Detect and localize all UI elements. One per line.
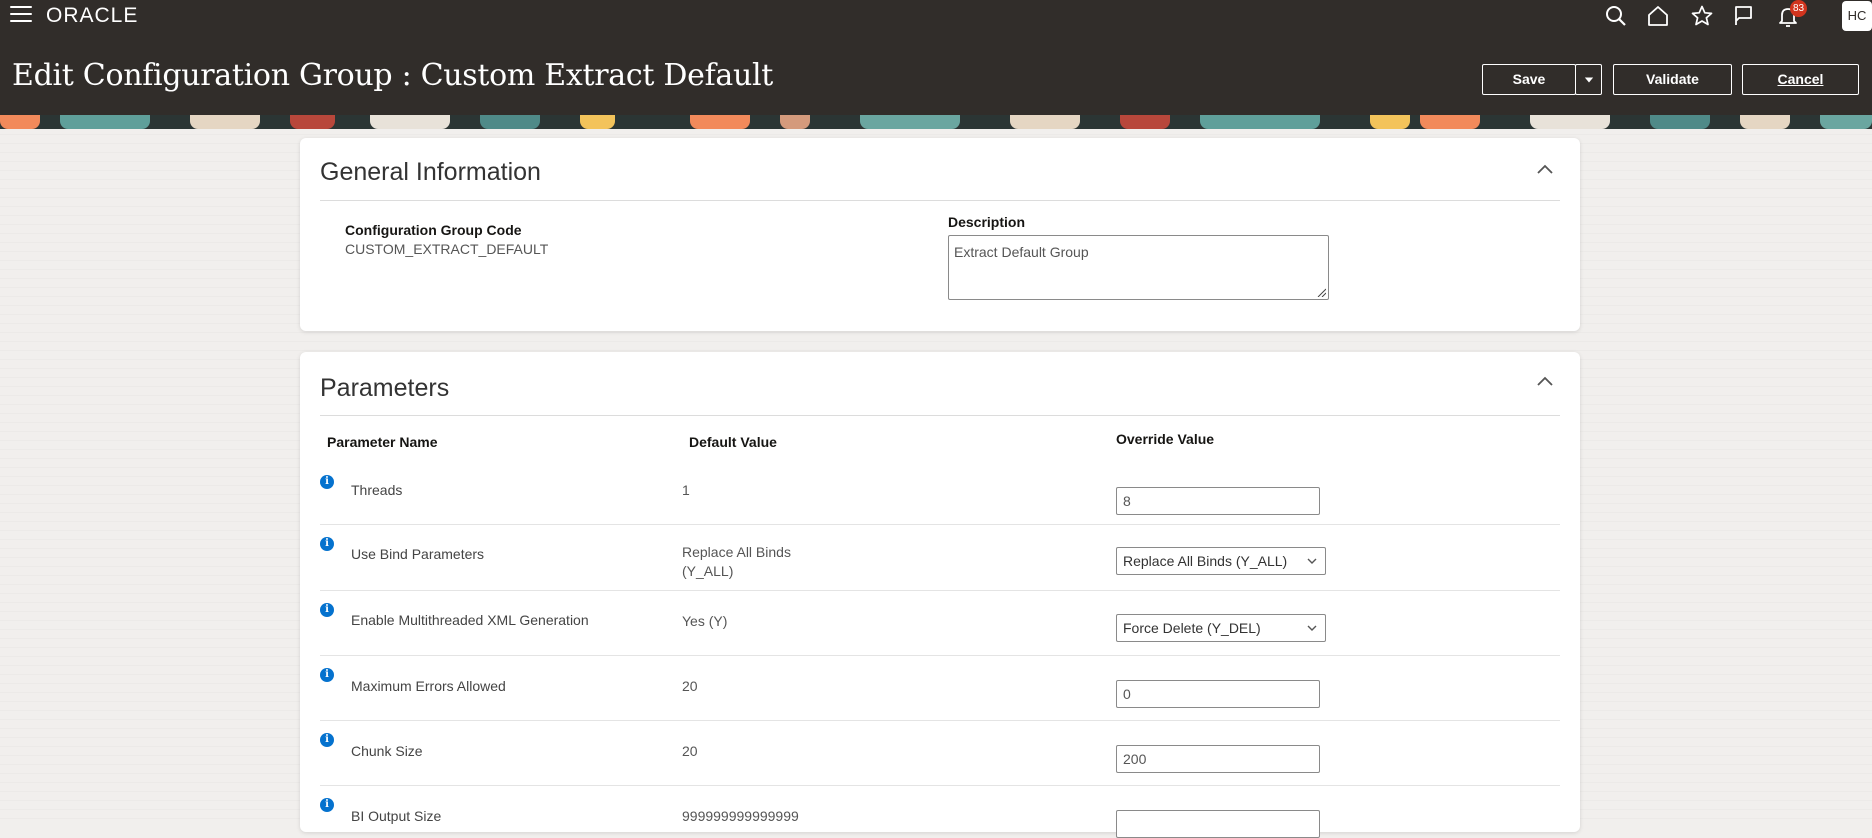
info-icon[interactable]: i bbox=[320, 603, 334, 617]
section-divider bbox=[320, 415, 1560, 416]
config-group-code-label: Configuration Group Code bbox=[345, 222, 522, 238]
column-header-override-value: Override Value bbox=[1116, 431, 1215, 447]
parameters-section: Parameters Parameter Name Default Value … bbox=[300, 352, 1580, 838]
config-group-code-value: CUSTOM_EXTRACT_DEFAULT bbox=[345, 241, 549, 257]
selected-value: Replace All Binds (Y_ALL) bbox=[1123, 553, 1288, 569]
parameter-row-threads: i Threads 1 8 bbox=[320, 470, 1560, 525]
override-value-input[interactable]: 0 bbox=[1116, 680, 1320, 708]
bell-icon[interactable]: 83 bbox=[1776, 0, 1808, 28]
override-value-input[interactable]: 8 bbox=[1116, 487, 1320, 515]
chevron-down-icon bbox=[1307, 625, 1317, 631]
default-value: Replace All Binds (Y_ALL) bbox=[682, 544, 791, 579]
chevron-down-icon bbox=[1307, 558, 1317, 564]
parameter-name: Use Bind Parameters bbox=[351, 546, 485, 562]
flag-icon[interactable] bbox=[1732, 4, 1756, 28]
default-value: 999999999999999 bbox=[682, 808, 799, 824]
section-divider bbox=[320, 200, 1560, 201]
info-icon[interactable]: i bbox=[320, 668, 334, 682]
parameter-name: BI Output Size bbox=[351, 808, 442, 824]
parameter-row-enable-multithreaded-xml: i Enable Multithreaded XML Generation Ye… bbox=[320, 591, 1560, 656]
save-button[interactable]: Save bbox=[1482, 64, 1576, 95]
info-icon[interactable]: i bbox=[320, 475, 334, 489]
oracle-logo[interactable]: ORACLE bbox=[46, 4, 138, 28]
parameter-name: Threads bbox=[351, 482, 403, 498]
parameter-name: Enable Multithreaded XML Generation bbox=[351, 612, 589, 628]
search-icon[interactable] bbox=[1604, 4, 1628, 28]
default-value: Yes (Y) bbox=[682, 613, 728, 629]
override-value-input[interactable]: 200 bbox=[1116, 745, 1320, 773]
notification-badge: 83 bbox=[1790, 0, 1808, 17]
caret-down-icon bbox=[1584, 77, 1593, 83]
selected-value: Force Delete (Y_DEL) bbox=[1123, 620, 1261, 636]
override-value-input[interactable] bbox=[1116, 810, 1320, 838]
parameter-name: Chunk Size bbox=[351, 743, 423, 759]
default-value: 20 bbox=[682, 678, 698, 694]
star-icon[interactable] bbox=[1690, 4, 1714, 28]
description-label: Description bbox=[948, 214, 1026, 230]
section-title: General Information bbox=[320, 158, 541, 186]
save-button-group: Save bbox=[1482, 64, 1602, 95]
default-value: 20 bbox=[682, 743, 698, 759]
parameter-name: Maximum Errors Allowed bbox=[351, 678, 506, 694]
avatar[interactable]: HC bbox=[1842, 1, 1872, 31]
column-header-parameter-name: Parameter Name bbox=[327, 434, 438, 450]
decorative-banner bbox=[0, 115, 1872, 129]
info-icon[interactable]: i bbox=[320, 537, 334, 551]
global-header: ORACLE 83 HC Edit Configuration Group : … bbox=[0, 0, 1872, 115]
collapse-icon[interactable] bbox=[1535, 160, 1555, 180]
section-title: Parameters bbox=[320, 374, 450, 402]
info-icon[interactable]: i bbox=[320, 798, 334, 812]
hamburger-icon[interactable] bbox=[10, 6, 32, 24]
cancel-button[interactable]: Cancel bbox=[1742, 64, 1859, 95]
page-title: Edit Configuration Group : Custom Extrac… bbox=[12, 58, 774, 93]
description-field[interactable]: Extract Default Group bbox=[948, 235, 1329, 300]
home-icon[interactable] bbox=[1646, 4, 1670, 28]
collapse-icon[interactable] bbox=[1535, 372, 1555, 392]
description-value: Extract Default Group bbox=[954, 244, 1089, 260]
override-value-select[interactable]: Replace All Binds (Y_ALL) bbox=[1116, 547, 1326, 575]
parameter-row-bi-output-size: i BI Output Size 999999999999999 bbox=[320, 786, 1560, 838]
general-information-section: General Information Configuration Group … bbox=[300, 138, 1580, 331]
save-menu-button[interactable] bbox=[1575, 64, 1602, 95]
override-value-select[interactable]: Force Delete (Y_DEL) bbox=[1116, 614, 1326, 642]
info-icon[interactable]: i bbox=[320, 733, 334, 747]
resize-handle[interactable] bbox=[1316, 287, 1326, 297]
parameter-row-maximum-errors-allowed: i Maximum Errors Allowed 20 0 bbox=[320, 656, 1560, 721]
column-header-default-value: Default Value bbox=[689, 434, 777, 450]
validate-button[interactable]: Validate bbox=[1613, 64, 1732, 95]
default-value: 1 bbox=[682, 482, 690, 498]
parameter-row-use-bind-parameters: i Use Bind Parameters Replace All Binds … bbox=[320, 525, 1560, 591]
parameter-row-chunk-size: i Chunk Size 20 200 bbox=[320, 721, 1560, 786]
